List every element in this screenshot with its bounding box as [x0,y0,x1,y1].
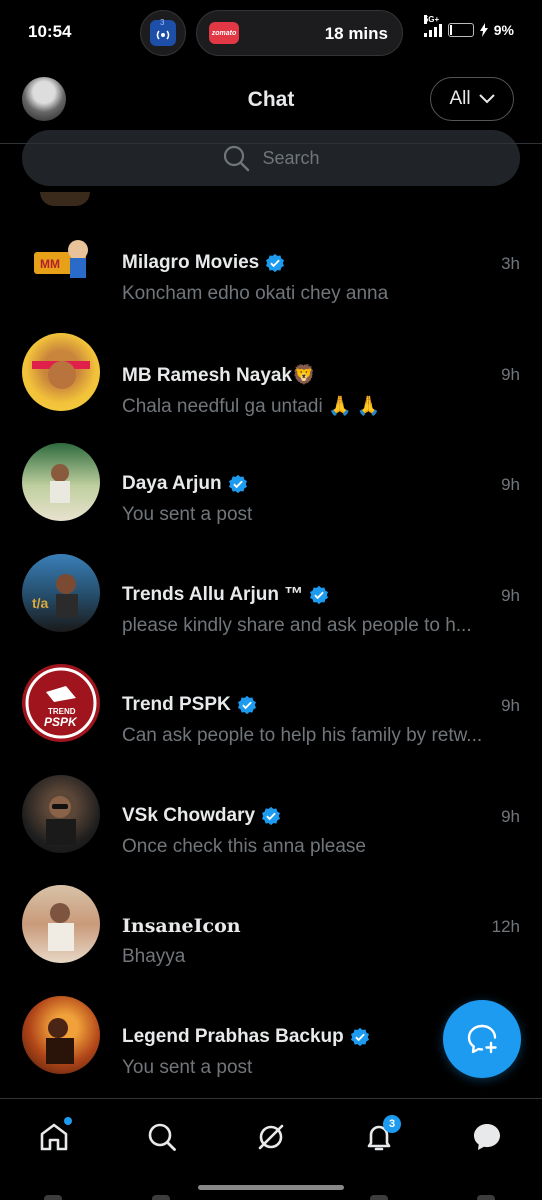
chat-time: 3h [501,254,520,273]
network-type: 5G+ [423,15,440,24]
verified-badge-icon [310,585,329,604]
search-icon [224,145,250,172]
avatar [22,332,100,411]
nav-ghost [477,1195,495,1200]
chat-name: MB Ramesh Nayak🦁 [122,363,316,387]
new-chat-icon [467,1024,497,1054]
verified-badge-icon [262,806,281,825]
avatar [22,995,100,1074]
chat-name-text: Trend PSPK [122,694,231,715]
chat-name: VSk Chowdary [122,805,281,827]
bottom-nav: 3 [0,1098,542,1200]
chat-name: InsaneIcon [122,915,241,937]
chat-row-daya-arjun[interactable]: Daya Arjun 9h You sent a post [0,427,542,538]
chat-time: 9h [501,475,520,494]
chat-time: 9h [501,806,520,826]
battery-percent: 9% [493,22,514,38]
search-placeholder: Search [262,147,320,168]
verified-badge-icon [266,253,285,273]
delivery-eta: 18 mins [324,24,388,43]
search-icon [148,1123,176,1151]
search-input[interactable]: Search [22,130,520,186]
chat-preview: Koncham edho okati chey anna [122,283,389,304]
status-time: 10:54 [28,22,72,41]
verified-badge-icon [237,695,256,715]
battery-icon [447,23,474,37]
zomato-logo: zomato [209,22,239,44]
chat-preview: Once check this anna please [122,835,366,857]
avatar [22,885,100,963]
chat-list: MM Milagro Movies 3h Koncham edho okati … [0,206,542,1090]
nav-home[interactable] [34,1117,74,1157]
chat-row-trends-allu-arjun[interactable]: t/a Trends Allu Arjun ™ 9h please kindly… [0,538,542,649]
charging-icon [479,23,488,37]
filter-dropdown-button[interactable]: All [430,77,514,121]
svg-text:t/a: t/a [32,595,49,611]
unread-dot [64,1117,72,1125]
chat-name-text: Legend Prabhas Backup [122,1025,344,1047]
nav-search[interactable] [142,1117,182,1157]
chat-preview: Chala needful ga untadi 🙏 🙏 [122,395,381,417]
chat-preview: please kindly share and ask people to h.… [122,614,472,636]
chat-row-vsk-chowdary[interactable]: VSk Chowdary 9h Once check this anna ple… [0,759,542,870]
nav-ghost [44,1195,62,1200]
chat-name: Legend Prabhas Backup [122,1026,370,1048]
chat-time: 9h [501,364,520,384]
chat-time: 9h [501,696,520,715]
chat-name: Trends Allu Arjun ™ [122,584,329,606]
new-message-button[interactable] [443,1000,521,1078]
avatar: t/a [22,553,100,632]
nav-grok[interactable] [251,1117,291,1157]
chat-name-text: InsaneIcon [122,915,241,937]
chat-preview: Can ask people to help his family by ret… [122,725,483,746]
chat-time: 12h [491,917,520,936]
nav-ghost [152,1195,170,1200]
nav-ghost [370,1195,388,1200]
status-bar: 10:54 3 zomato 18 mins 5G+ 9% [0,0,542,64]
home-icon [40,1123,68,1151]
chat-name-text: Daya Arjun [122,473,222,494]
avatar: TREND PSPK [22,664,100,742]
chat-row-mb-ramesh-nayak[interactable]: MB Ramesh Nayak🦁 9h Chala needful ga unt… [0,317,542,428]
notification-chip[interactable]: 3 [140,10,186,56]
svg-text:PSPK: PSPK [44,715,78,729]
avatar [22,774,100,853]
chat-time: 9h [501,585,520,605]
avatar: MM [22,222,100,300]
verified-badge-icon [228,474,247,494]
chat-name: Daya Arjun [122,473,248,495]
gesture-handle[interactable] [198,1185,344,1190]
filter-label: All [449,88,471,109]
chat-preview: You sent a post [122,504,253,525]
chevron-down-icon [478,94,495,104]
chat-preview: Bhayya [122,946,186,967]
system-icons: 5G+ 9% [423,15,514,38]
chat-name: Trend PSPK [122,694,257,716]
notification-count: 3 [160,18,165,27]
chat-name-text: VSk Chowdary [122,804,256,826]
verified-badge-icon [350,1027,369,1046]
chat-bubble-icon [474,1124,500,1150]
chat-name-text: Milagro Movies [122,252,260,273]
chat-name-text: Trends Allu Arjun ™ [122,583,304,605]
broadcast-icon: 3 [150,18,176,46]
nav-notifications[interactable]: 3 [359,1115,401,1157]
nav-messages[interactable] [467,1117,507,1157]
live-activity-pill[interactable]: zomato 18 mins [196,10,403,56]
avatar [22,443,100,521]
chat-row-insaneicon[interactable]: InsaneIcon 12h Bhayya [0,869,542,980]
chat-row-milagro-movies[interactable]: MM Milagro Movies 3h Koncham edho okati … [0,206,542,317]
chat-name-text: MB Ramesh Nayak🦁 [122,364,316,386]
chat-row-trend-pspk[interactable]: TREND PSPK Trend PSPK 9h Can ask people t… [0,648,542,759]
header-divider [0,143,542,144]
grok-icon [258,1124,284,1150]
signal-icon: 5G+ [423,15,442,37]
notification-badge: 3 [383,1115,401,1133]
chat-name: Milagro Movies [122,252,285,274]
partial-avatar [40,192,90,206]
svg-text:MM: MM [40,257,60,271]
